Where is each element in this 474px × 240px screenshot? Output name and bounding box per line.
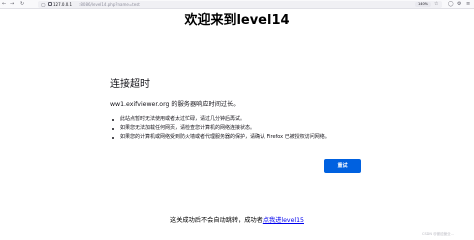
list-item: 如果您无法加载任何网页，请检查您计算机的网络连接状态。 <box>110 124 370 133</box>
zoom-level-badge[interactable]: 140% <box>415 2 431 7</box>
arrow-right-icon[interactable]: → <box>10 2 14 7</box>
extensions-icon[interactable]: ⚙ <box>457 1 461 7</box>
error-suggestions-list: 此站点暂时无法使用或者太过忙碌，请过几分钟后再试。 如果您无法加载任何网页，请检… <box>110 115 370 142</box>
lock-icon[interactable] <box>48 2 52 6</box>
arrow-left-icon[interactable]: ← <box>2 2 6 7</box>
page-title: 欢迎来到level14 <box>184 13 290 28</box>
watermark: CSDN @被迫营业... <box>422 232 454 236</box>
next-level-link[interactable]: 点我进level15 <box>263 217 304 224</box>
url-path: :8086/level14.php?name=test <box>79 2 140 7</box>
redirect-message: 这关成功后不会自动跳转，成功者点我进level15 <box>0 216 474 225</box>
error-panel: 连接超时 ww1.exifviewer.org 的服务器响应时间过长。 此站点暂… <box>110 78 370 142</box>
hamburger-menu-icon[interactable]: ≡ <box>466 1 470 7</box>
star-icon[interactable]: ☆ <box>434 2 438 7</box>
list-item: 此站点暂时无法使用或者太过忙碌，请过几分钟后再试。 <box>110 115 370 124</box>
list-item: 如果您的计算机或网络受到防火墙或者代理服务器的保护，请确认 Firefox 已被… <box>110 133 370 142</box>
browser-toolbar: ← → ↻ ◯ 127.0.0.1 :8086/level14.php?name… <box>0 0 474 9</box>
url-host: 127.0.0.1 <box>53 2 73 7</box>
retry-button[interactable]: 重试 <box>324 159 361 173</box>
address-bar[interactable]: ◯ 127.0.0.1 :8086/level14.php?name=test … <box>38 1 442 8</box>
pocket-icon[interactable]: ◯ <box>448 1 454 7</box>
reload-icon[interactable]: ↻ <box>20 2 24 7</box>
error-title: 连接超时 <box>110 79 150 90</box>
shield-icon[interactable]: ◯ <box>41 2 45 7</box>
error-description: ww1.exifviewer.org 的服务器响应时间过长。 <box>110 101 240 108</box>
redirect-prefix: 这关成功后不会自动跳转，成功者 <box>170 217 263 224</box>
